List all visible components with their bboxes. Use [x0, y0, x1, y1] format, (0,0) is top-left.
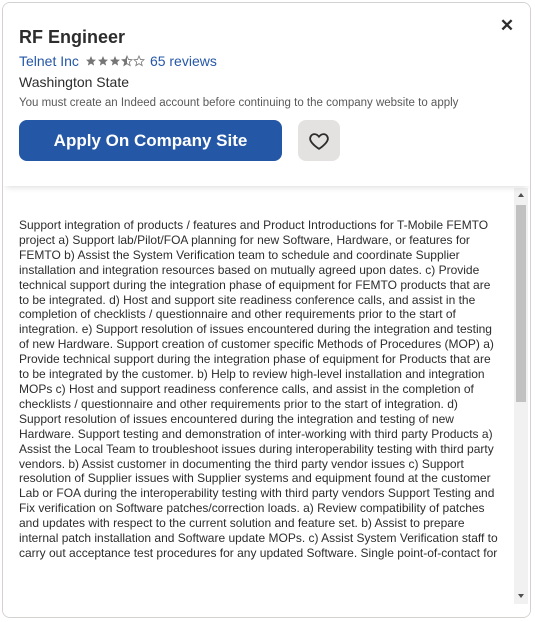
- close-icon[interactable]: ✕: [498, 17, 516, 35]
- job-header: ✕ RF Engineer Telnet Inc 65 reviews Wash…: [3, 3, 530, 186]
- reviews-link[interactable]: 65 reviews: [150, 53, 217, 69]
- star-empty-icon: [132, 55, 145, 67]
- star-half-icon: [120, 55, 133, 67]
- account-notice: You must create an Indeed account before…: [19, 97, 459, 109]
- apply-on-company-site-button[interactable]: Apply On Company Site: [19, 120, 282, 161]
- save-job-button[interactable]: [298, 120, 340, 161]
- job-location: Washington State: [19, 74, 129, 90]
- vertical-scrollbar[interactable]: [514, 188, 528, 604]
- company-rating-line: Telnet Inc 65 reviews: [19, 53, 217, 69]
- scroll-up-arrow[interactable]: [514, 188, 528, 202]
- scrollbar-thumb[interactable]: [516, 205, 526, 402]
- company-link[interactable]: Telnet Inc: [19, 53, 79, 69]
- scroll-down-arrow[interactable]: [514, 589, 528, 603]
- heart-icon: [309, 132, 329, 150]
- job-description-text: Support integration of products / featur…: [19, 218, 498, 560]
- star-icon: [97, 56, 108, 66]
- rating-stars: [85, 55, 145, 67]
- job-description-area[interactable]: Support integration of products / featur…: [3, 188, 530, 617]
- star-icon: [109, 56, 120, 66]
- star-icon: [85, 56, 96, 66]
- job-details-panel: ✕ RF Engineer Telnet Inc 65 reviews Wash…: [2, 2, 531, 618]
- job-title: RF Engineer: [19, 27, 126, 47]
